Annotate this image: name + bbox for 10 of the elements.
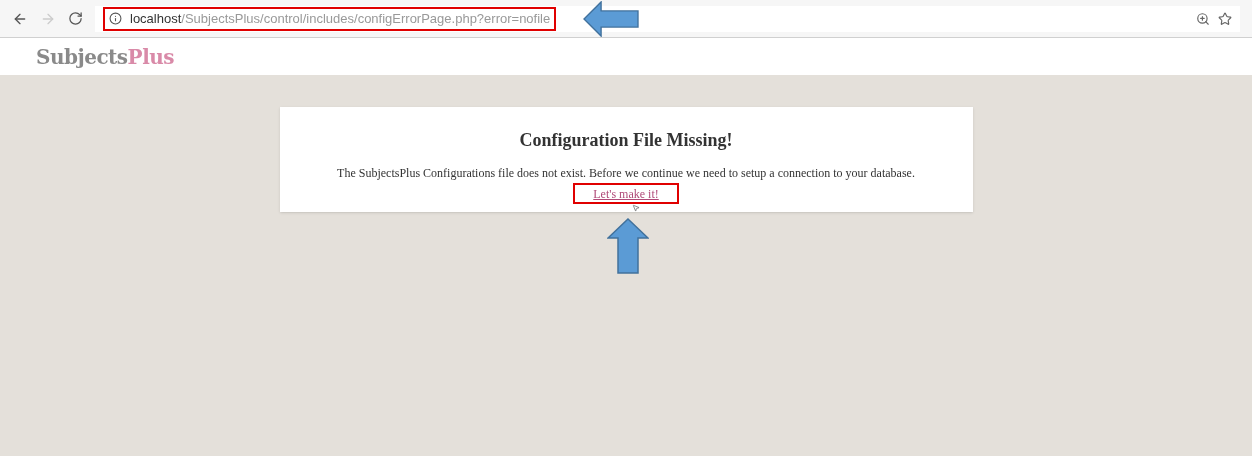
error-message: The SubjectsPlus Configurations file does not exist. Before we continue we need to setup a connection to your database. (337, 165, 915, 182)
reload-icon[interactable] (68, 11, 83, 26)
error-title: Configuration File Missing! (519, 129, 733, 152)
up-arrow-icon (607, 218, 649, 274)
bookmark-star-icon[interactable] (1218, 11, 1232, 26)
url-text: localhost/SubjectsPlus/control/includes/configErrorPage.php?error=nofile (130, 9, 551, 28)
make-config-link[interactable]: Let's make it! (593, 187, 659, 201)
info-icon[interactable] (109, 12, 122, 25)
zoom-icon[interactable] (1196, 11, 1210, 26)
site-logo[interactable]: SubjectsPlus (36, 41, 175, 72)
